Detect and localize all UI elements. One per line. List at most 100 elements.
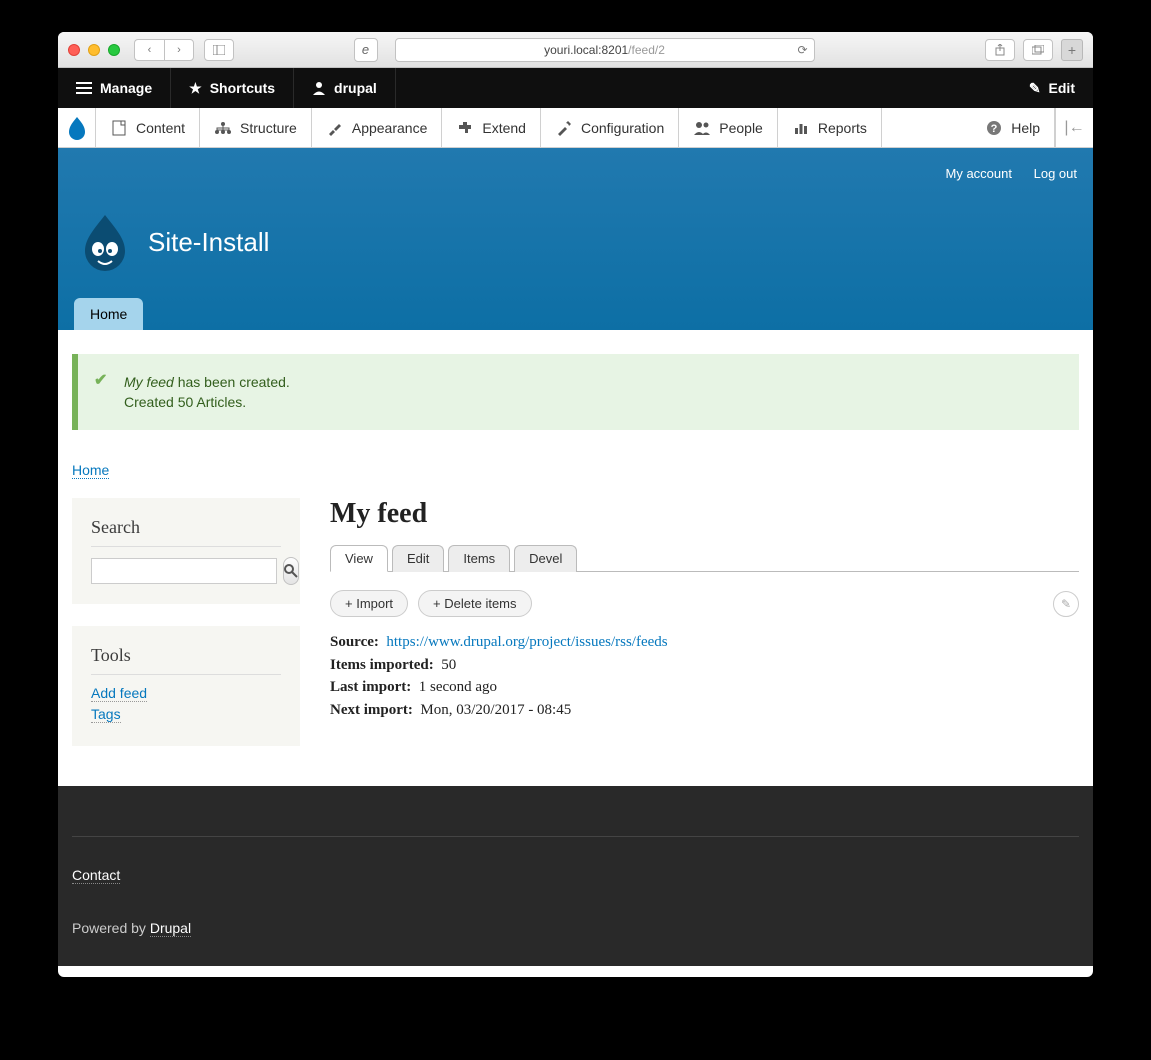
browser-window: ‹ › e youri.local:8201/feed/2 ⟳ +: [58, 32, 1093, 977]
pencil-icon: ✎: [1029, 80, 1041, 97]
import-button[interactable]: + Import: [330, 590, 408, 617]
tab-label: Extend: [482, 120, 526, 136]
admin-tab-appearance[interactable]: Appearance: [312, 108, 443, 147]
tab-label: Structure: [240, 120, 297, 136]
search-heading: Search: [91, 517, 281, 547]
user-links: My account Log out: [74, 166, 1077, 211]
pencil-icon: ✎: [1061, 597, 1071, 611]
sidebar-icon: [213, 45, 225, 55]
forward-button[interactable]: ›: [164, 39, 194, 61]
search-input[interactable]: [91, 558, 277, 584]
next-import-label: Next import:: [330, 702, 413, 718]
logout-link[interactable]: Log out: [1034, 166, 1077, 181]
url-path: /feed/2: [628, 43, 665, 57]
last-import-value: 1 second ago: [419, 679, 497, 695]
my-account-link[interactable]: My account: [946, 166, 1012, 181]
admin-tab-help[interactable]: ? Help: [971, 108, 1055, 147]
nav-tab-home[interactable]: Home: [74, 298, 143, 330]
share-button[interactable]: [985, 39, 1015, 61]
source-link[interactable]: https://www.drupal.org/project/issues/rs…: [386, 634, 667, 650]
tools-heading: Tools: [91, 645, 281, 675]
minimize-icon[interactable]: [88, 44, 100, 56]
traffic-lights: [68, 44, 120, 56]
tab-edit[interactable]: Edit: [392, 545, 444, 572]
drupal-link[interactable]: Drupal: [150, 920, 191, 937]
tab-label: Configuration: [581, 120, 664, 136]
admin-tab-reports[interactable]: Reports: [778, 108, 882, 147]
user-label: drupal: [334, 80, 377, 96]
message-line-2: Created 50 Articles.: [124, 394, 1059, 410]
site-name[interactable]: Site-Install: [148, 227, 269, 258]
tab-label: Content: [136, 120, 185, 136]
user-icon: [312, 81, 326, 95]
tab-view[interactable]: View: [330, 545, 388, 572]
tabs-button[interactable]: [1023, 39, 1053, 61]
new-tab-button[interactable]: +: [1061, 39, 1083, 61]
sidebar-toggle-button[interactable]: [204, 39, 234, 61]
admin-tab-people[interactable]: People: [679, 108, 778, 147]
shortcuts-button[interactable]: ★ Shortcuts: [171, 68, 294, 108]
edit-button[interactable]: ✎ Edit: [1011, 68, 1093, 108]
admin-tab-structure[interactable]: Structure: [200, 108, 312, 147]
manage-label: Manage: [100, 80, 152, 96]
action-row: + Import + Delete items ✎: [330, 590, 1079, 617]
configuration-icon: [555, 119, 573, 137]
tab-label: Reports: [818, 120, 867, 136]
feed-details: Source: https://www.drupal.org/project/i…: [330, 631, 1079, 721]
tabs-icon: [1032, 45, 1044, 55]
local-tabs: View Edit Items Devel: [330, 544, 1079, 572]
admin-menu: Content Structure Appearance Extend Conf…: [58, 108, 1093, 148]
breadcrumb: Home: [58, 446, 1093, 498]
manage-button[interactable]: Manage: [58, 68, 171, 108]
delete-items-button[interactable]: + Delete items: [418, 590, 531, 617]
tags-link[interactable]: Tags: [91, 706, 121, 723]
reports-icon: [792, 119, 810, 137]
page-content: ✔ My feed has been created. Created 50 A…: [58, 354, 1093, 786]
maximize-icon[interactable]: [108, 44, 120, 56]
items-value: 50: [441, 657, 456, 673]
user-button[interactable]: drupal: [294, 68, 396, 108]
content-icon: [110, 119, 128, 137]
close-icon[interactable]: [68, 44, 80, 56]
structure-icon: [214, 119, 232, 137]
share-icon: [995, 44, 1005, 56]
primary-nav: Home: [74, 298, 1077, 330]
star-icon: ★: [189, 80, 202, 97]
tab-label: Appearance: [352, 120, 428, 136]
nav-buttons: ‹ ›: [134, 39, 194, 61]
site-header: My account Log out Site-Install Home: [58, 148, 1093, 330]
contextual-edit-button[interactable]: ✎: [1053, 591, 1079, 617]
drupal-home-link[interactable]: [58, 108, 96, 147]
breadcrumb-home[interactable]: Home: [72, 462, 109, 479]
help-icon: ?: [985, 119, 1003, 137]
hamburger-icon: [76, 82, 92, 94]
add-feed-link[interactable]: Add feed: [91, 685, 147, 702]
source-label: Source:: [330, 634, 379, 650]
admin-tab-content[interactable]: Content: [96, 108, 200, 147]
extend-icon: [456, 119, 474, 137]
tab-devel[interactable]: Devel: [514, 545, 577, 572]
back-button[interactable]: ‹: [134, 39, 164, 61]
powered-by: Powered by Drupal: [72, 920, 1079, 936]
reload-icon[interactable]: ⟳: [797, 43, 807, 57]
message-line-1: My feed has been created.: [124, 374, 1059, 390]
search-icon: [284, 564, 298, 578]
footer-divider: [72, 836, 1079, 837]
admin-tab-extend[interactable]: Extend: [442, 108, 541, 147]
site-settings-button[interactable]: e: [354, 38, 378, 62]
url-bar[interactable]: e youri.local:8201/feed/2 ⟳: [395, 38, 815, 62]
titlebar-right: +: [985, 39, 1083, 61]
shortcuts-label: Shortcuts: [210, 80, 275, 96]
admin-tab-configuration[interactable]: Configuration: [541, 108, 679, 147]
status-message: ✔ My feed has been created. Created 50 A…: [72, 354, 1079, 430]
page-title: My feed: [330, 498, 1079, 530]
collapse-icon: |←: [1064, 119, 1084, 137]
contact-link[interactable]: Contact: [72, 867, 120, 884]
sidebar: Search Tools Add feed Tags: [72, 498, 300, 746]
next-import-value: Mon, 03/20/2017 - 08:45: [420, 702, 571, 718]
collapse-button[interactable]: |←: [1055, 108, 1093, 147]
tab-items[interactable]: Items: [448, 545, 510, 572]
search-button[interactable]: [283, 557, 299, 585]
browser-titlebar: ‹ › e youri.local:8201/feed/2 ⟳ +: [58, 32, 1093, 68]
svg-text:?: ?: [991, 123, 998, 135]
